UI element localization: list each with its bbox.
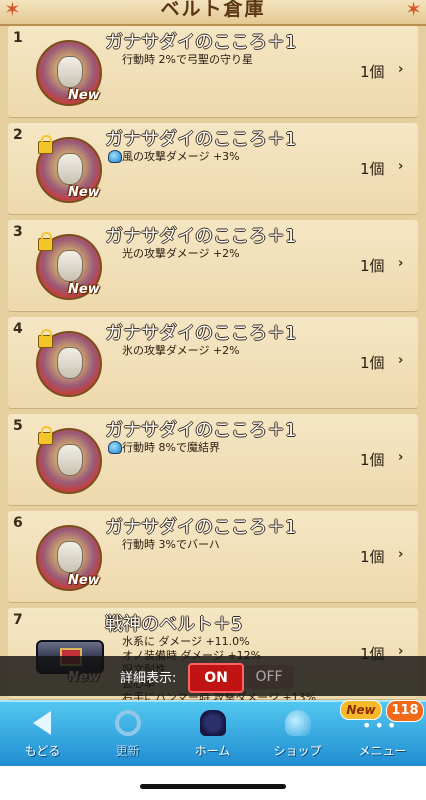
item-count: 1個 (360, 548, 385, 566)
notification-count-badge: 118 (386, 700, 424, 722)
effect-list: 風の攻撃ダメージ +3% (122, 150, 240, 164)
chevron-right-icon[interactable]: › (398, 159, 403, 174)
belt-row[interactable]: 5 ガナサダイのこころ＋1 行動時 8%で魔結界 1個 › (8, 414, 418, 505)
item-count: 1個 (360, 160, 385, 178)
detail-off-button[interactable]: OFF (244, 665, 294, 689)
nav-refresh[interactable]: 更新 (85, 702, 170, 768)
belt-row[interactable]: 3 New ガナサダイのこころ＋1 光の攻撃ダメージ +2% 1個 › (8, 220, 418, 311)
item-count: 1個 (360, 63, 385, 81)
skull-face-icon (57, 541, 83, 573)
belt-row[interactable]: 2 New ガナサダイのこころ＋1 風の攻撃ダメージ +3% 1個 › (8, 123, 418, 214)
belt-row[interactable]: 4 ガナサダイのこころ＋1 氷の攻撃ダメージ +2% 1個 › (8, 317, 418, 408)
nav-back[interactable]: もどる (0, 702, 85, 768)
row-index: 5 (13, 418, 23, 434)
lock-icon (38, 426, 53, 445)
row-index: 2 (13, 127, 23, 143)
new-badge: New (68, 185, 100, 200)
page-title: ベルト倉庫 (160, 0, 266, 20)
header-bar: ベルト倉庫 ✶ ✶ (0, 0, 426, 26)
element-orb-icon (108, 150, 122, 163)
skull-face-icon (57, 153, 83, 185)
nav-back-label: もどる (24, 744, 61, 758)
menu-new-badge: New (340, 700, 382, 720)
effect-text: 光の攻撃ダメージ +2% (122, 247, 240, 260)
item-name: 戦神のベルト＋5 (105, 614, 243, 635)
back-arrow-icon (33, 711, 51, 735)
belt-row[interactable]: 6 New ガナサダイのこころ＋1 行動時 3%でバーハ 1個 › (8, 511, 418, 602)
home-indicator[interactable] (140, 784, 286, 789)
row-index: 1 (13, 30, 23, 46)
skull-face-icon (57, 347, 83, 379)
effect-list: 行動時 3%でバーハ (122, 538, 220, 552)
nav-home[interactable]: ホーム (170, 702, 255, 768)
effect-list: 光の攻撃ダメージ +2% (122, 247, 240, 261)
detail-on-button[interactable]: ON (188, 663, 244, 693)
chevron-right-icon[interactable]: › (398, 256, 403, 271)
shop-slime-icon (285, 710, 311, 736)
lock-icon (38, 232, 53, 251)
item-count: 1個 (360, 354, 385, 372)
lock-icon (38, 135, 53, 154)
effect-text: 水系に ダメージ +11.0% (122, 635, 250, 648)
skull-face-icon (57, 250, 83, 282)
new-badge: New (68, 88, 100, 103)
detail-toggle-bar: 詳細表示: ON OFF (0, 656, 426, 696)
system-area (0, 766, 426, 800)
item-name: ガナサダイのこころ＋1 (105, 420, 297, 441)
item-count: 1個 (360, 257, 385, 275)
row-index: 3 (13, 224, 23, 240)
element-orb-icon (108, 441, 122, 454)
effect-list: 氷の攻撃ダメージ +2% (122, 344, 240, 358)
item-name: ガナサダイのこころ＋1 (105, 226, 297, 247)
effect-text: 行動時 2%で弓聖の守り星 (122, 53, 253, 66)
item-name: ガナサダイのこころ＋1 (105, 323, 297, 344)
new-badge: New (68, 282, 100, 297)
detail-toggle-label: 詳細表示: (120, 671, 177, 686)
belt-row[interactable]: 1 New ガナサダイのこころ＋1 行動時 2%で弓聖の守り星 1個 › (8, 26, 418, 117)
effect-text: 行動時 8%で魔結界 (122, 441, 220, 454)
item-name: ガナサダイのこころ＋1 (105, 517, 297, 538)
item-count: 1個 (360, 451, 385, 469)
star-ornament-icon: ✶ (405, 0, 422, 21)
home-icon (200, 710, 226, 736)
chevron-right-icon[interactable]: › (398, 547, 403, 562)
effect-text: 風の攻撃ダメージ +3% (122, 150, 240, 163)
chevron-right-icon[interactable]: › (398, 62, 403, 77)
chevron-right-icon[interactable]: › (398, 450, 403, 465)
nav-shop-label: ショップ (273, 744, 322, 758)
effect-text: 行動時 3%でバーハ (122, 538, 220, 551)
belt-list: 1 New ガナサダイのこころ＋1 行動時 2%で弓聖の守り星 1個 › 2 New ガナサダイ… (0, 26, 426, 700)
nav-shop[interactable]: ショップ (255, 702, 340, 768)
nav-refresh-label: 更新 (115, 744, 140, 758)
row-index: 4 (13, 321, 23, 337)
lock-icon (38, 329, 53, 348)
row-index: 7 (13, 612, 23, 628)
row-index: 6 (13, 515, 23, 531)
effect-list: 行動時 2%で弓聖の守り星 (122, 53, 253, 67)
star-ornament-icon: ✶ (4, 0, 21, 21)
item-name: ガナサダイのこころ＋1 (105, 32, 297, 53)
nav-home-label: ホーム (194, 744, 231, 758)
skull-face-icon (57, 56, 83, 88)
nav-menu-label: メニュー (358, 744, 407, 758)
effect-text: 氷の攻撃ダメージ +2% (122, 344, 240, 357)
new-badge: New (68, 573, 100, 588)
refresh-icon (115, 710, 141, 736)
skull-face-icon (57, 444, 83, 476)
chevron-right-icon[interactable]: › (398, 353, 403, 368)
effect-list: 行動時 8%で魔結界 (122, 441, 220, 455)
item-name: ガナサダイのこころ＋1 (105, 129, 297, 150)
